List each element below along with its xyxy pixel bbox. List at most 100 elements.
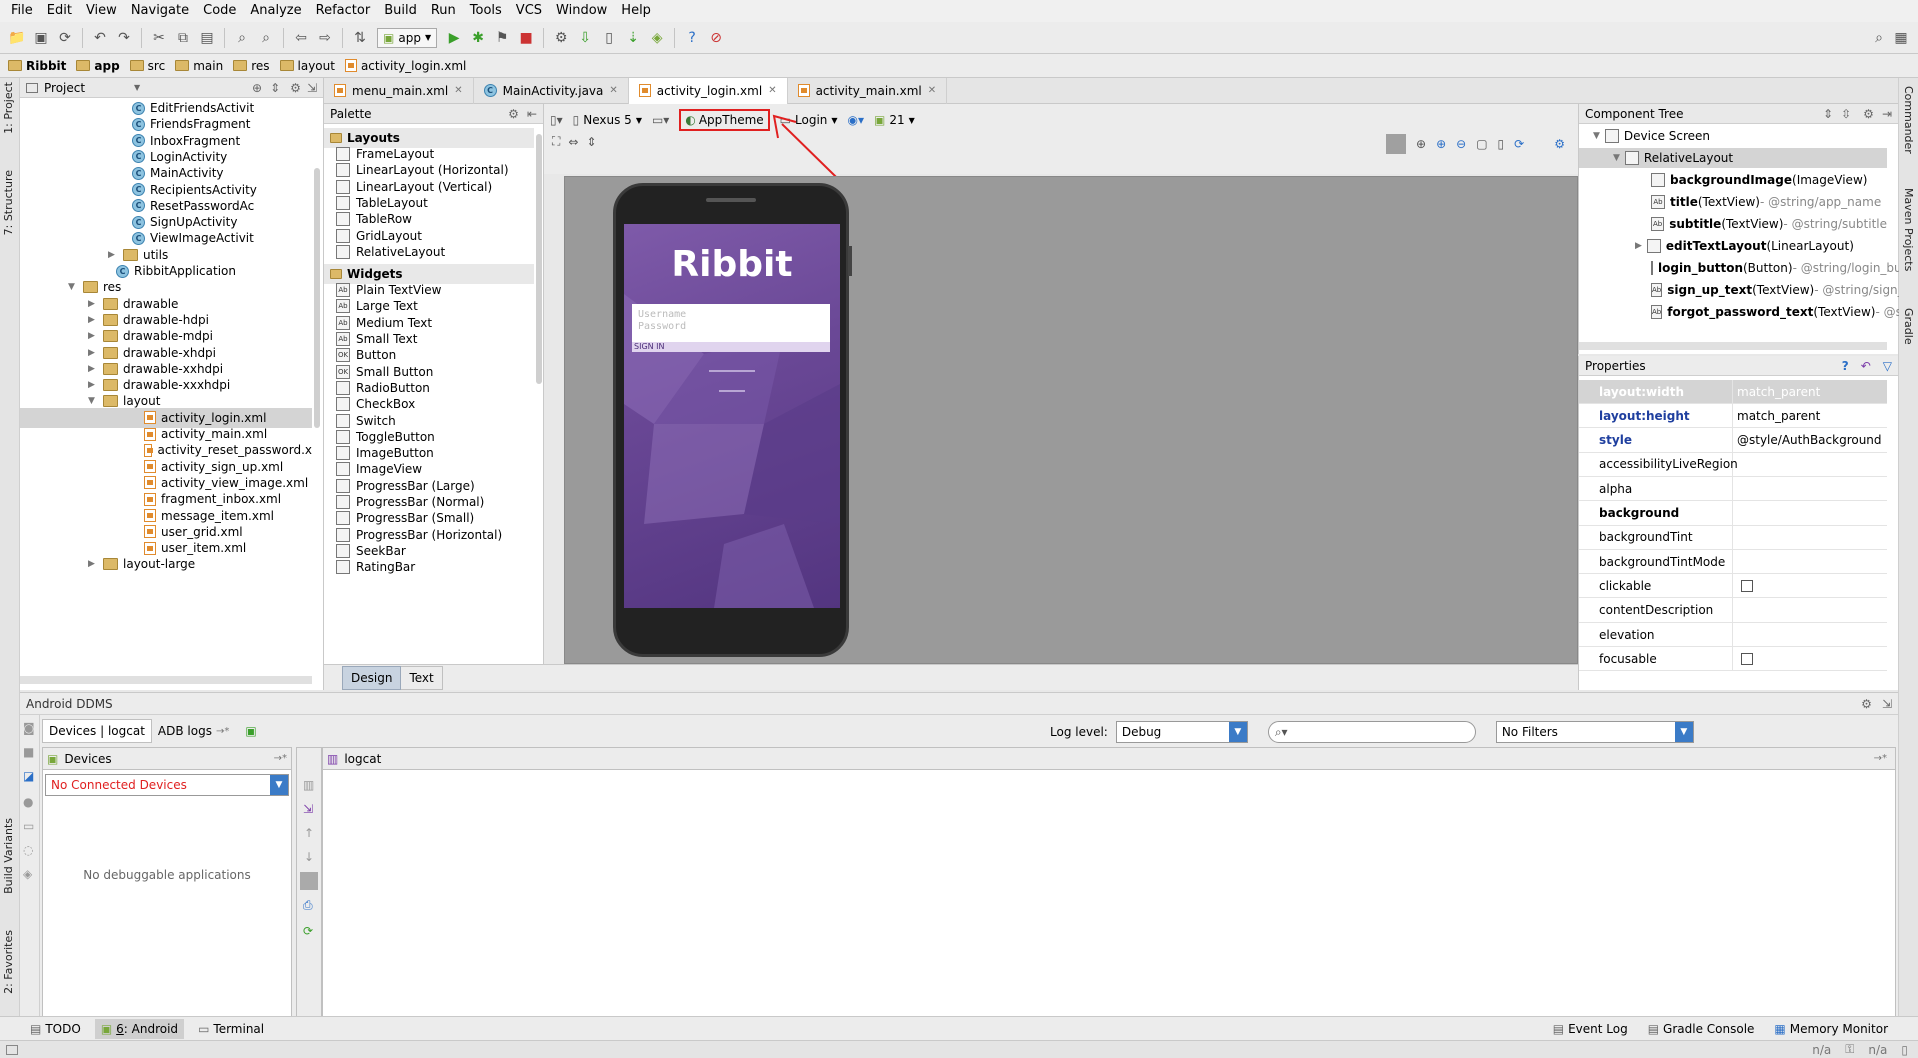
todo-tab[interactable]: ▤ TODO xyxy=(24,1019,87,1039)
layout-mode-icon[interactable] xyxy=(1386,134,1406,154)
component-tree-item[interactable]: ▼ Device Screen xyxy=(1579,126,1887,146)
property-value[interactable]: match_parent xyxy=(1733,409,1820,423)
menu-edit[interactable]: Edit xyxy=(40,0,79,22)
component-tree-item[interactable]: Ab title (TextView) - @string/app_name xyxy=(1579,192,1887,212)
no-connection-icon[interactable]: ⊘ xyxy=(705,27,727,49)
checkbox[interactable] xyxy=(1741,579,1753,592)
expand-down-icon[interactable]: ▼ xyxy=(68,282,78,292)
sync-icon[interactable]: ⟳ xyxy=(54,27,76,49)
orientation-icon[interactable]: ▭▾ xyxy=(652,113,669,127)
project-scrollbar[interactable] xyxy=(314,168,320,428)
refresh-icon[interactable]: ⟳ xyxy=(1514,137,1524,151)
hide-icon[interactable]: ⇥ xyxy=(1882,107,1892,121)
zoom-fit-icon[interactable]: ⛶ xyxy=(552,134,560,149)
config-file-icon[interactable]: ▯▾ xyxy=(550,113,563,127)
palette-item[interactable]: RatingBar xyxy=(336,557,415,577)
breadcrumb-item[interactable]: app xyxy=(76,59,129,73)
property-value[interactable]: @style/AuthBackground xyxy=(1733,433,1882,447)
expand-right-icon[interactable]: ▶ xyxy=(88,315,98,325)
theme-select[interactable]: ◐ AppTheme xyxy=(679,109,770,131)
gradle-tool-tab[interactable]: Gradle xyxy=(1902,308,1915,345)
android-tab[interactable]: ▣ 6: Android xyxy=(94,1018,185,1039)
device-screen[interactable]: Ribbit Username Password SIGN IN xyxy=(624,224,840,608)
gradle-sync-icon[interactable]: ⇩ xyxy=(574,27,596,49)
close-icon[interactable]: ✕ xyxy=(609,85,617,96)
device-select[interactable]: No Connected Devices ▼ xyxy=(45,774,289,796)
layout-icon[interactable]: ▦ xyxy=(1890,27,1912,49)
terminate-icon[interactable]: ● xyxy=(23,795,33,809)
tab-adb-logs[interactable]: ADB logs →* xyxy=(152,720,235,742)
expand-right-icon[interactable]: ▶ xyxy=(88,380,98,390)
log-level-select[interactable]: Debug ▼ xyxy=(1115,721,1248,743)
structure-tool-tab[interactable]: 7: Structure xyxy=(2,170,15,235)
tree-item[interactable]: ▶ layout-large xyxy=(20,554,312,574)
up-icon[interactable]: ↑ xyxy=(304,826,314,840)
expand-right-icon[interactable]: ▶ xyxy=(88,348,98,358)
property-row[interactable]: backgroundTint xyxy=(1579,525,1887,550)
expand-down-icon[interactable]: ▼ xyxy=(1593,131,1600,141)
resize-height-icon[interactable]: ⇕ xyxy=(586,135,596,149)
component-tree-item[interactable]: login_button (Button) - @string/login_bu… xyxy=(1579,258,1899,278)
menu-build[interactable]: Build xyxy=(377,0,424,22)
project-view-select[interactable]: Project xyxy=(44,81,134,95)
checkbox[interactable] xyxy=(1741,652,1753,665)
project-tool-tab[interactable]: 1: Project xyxy=(2,82,15,134)
menu-analyze[interactable]: Analyze xyxy=(243,0,308,22)
clear-logcat-icon[interactable]: ▥ xyxy=(303,778,314,792)
breadcrumb-item[interactable]: src xyxy=(129,59,176,73)
restart-icon[interactable]: ⟳ xyxy=(303,924,313,938)
api-select[interactable]: ▣ 21 ▼ xyxy=(874,113,915,127)
menu-run[interactable]: Run xyxy=(424,0,463,22)
help-icon[interactable]: ? xyxy=(681,27,703,49)
pin-icon[interactable]: →* xyxy=(274,753,287,764)
breadcrumb-item[interactable]: main xyxy=(175,59,233,73)
zoom-actual-icon[interactable]: ⊕ xyxy=(1416,137,1426,151)
screen-record-icon[interactable]: ◪ xyxy=(23,769,34,783)
menu-file[interactable]: File xyxy=(4,0,40,22)
component-tree-item[interactable]: Ab subtitle (TextView) - @string/subtitle xyxy=(1579,214,1887,234)
debug-icon[interactable]: ✱ xyxy=(467,27,489,49)
menu-window[interactable]: Window xyxy=(549,0,614,22)
breadcrumb-item[interactable]: layout xyxy=(279,59,345,73)
filter-select[interactable]: No Filters ▼ xyxy=(1495,721,1694,743)
search-everywhere-icon[interactable]: ⌕ xyxy=(1868,27,1890,49)
expand-right-icon[interactable]: ▶ xyxy=(1635,241,1642,251)
build-variants-tool-tab[interactable]: Build Variants xyxy=(2,818,15,894)
project-hscrollbar[interactable] xyxy=(20,676,312,684)
soft-wrap-icon[interactable] xyxy=(300,872,318,890)
hide-icon[interactable]: ⇲ xyxy=(307,81,317,95)
redo-icon[interactable]: ↷ xyxy=(113,27,135,49)
help-icon[interactable]: ? xyxy=(1842,359,1849,373)
breadcrumb-item[interactable]: res xyxy=(233,59,279,73)
property-value[interactable]: match_parent xyxy=(1733,385,1820,399)
expand-down-icon[interactable]: ▼ xyxy=(1613,153,1620,163)
back-icon[interactable]: ⇦ xyxy=(290,27,312,49)
maven-tool-tab[interactable]: Maven Projects xyxy=(1902,188,1915,271)
property-row[interactable]: style @style/AuthBackground xyxy=(1579,428,1887,453)
collapse-all-icon[interactable]: ⇕ xyxy=(270,81,280,95)
print-icon[interactable]: ⎙ xyxy=(303,898,313,913)
settings-gear-icon[interactable]: ⚙ xyxy=(508,107,519,121)
reset-icon[interactable]: ↶ xyxy=(1861,359,1871,373)
close-icon[interactable]: ✕ xyxy=(928,85,936,96)
scroll-from-source-icon[interactable]: ⊕ xyxy=(252,81,262,95)
username-field[interactable]: Username xyxy=(632,304,830,320)
property-row[interactable]: layout:height match_parent xyxy=(1579,403,1887,429)
tab-design[interactable]: Design xyxy=(342,665,402,690)
read-only-icon[interactable]: ⚿ xyxy=(1845,1042,1854,1057)
paste-icon[interactable]: ▤ xyxy=(196,27,218,49)
expand-all-icon[interactable]: ⇕ xyxy=(1823,107,1833,121)
tab-devices-logcat[interactable]: Devices | logcat xyxy=(42,719,152,743)
menu-view[interactable]: View xyxy=(79,0,124,22)
scroll-end-icon[interactable]: ⇲ xyxy=(303,802,313,816)
gc-icon[interactable]: ◌ xyxy=(23,843,33,857)
replace-icon[interactable]: ⌕ xyxy=(255,27,277,49)
device-select[interactable]: ▯ Nexus 5 ▼ xyxy=(573,113,642,127)
make-project-icon[interactable]: ⇅ xyxy=(349,27,371,49)
property-row[interactable]: clickable xyxy=(1579,573,1887,599)
component-tree-item[interactable]: ▼ RelativeLayout xyxy=(1579,148,1887,168)
property-row[interactable]: background xyxy=(1579,501,1887,526)
resize-width-icon[interactable]: ⇔ xyxy=(568,135,578,149)
breadcrumb-item[interactable]: Ribbit xyxy=(8,59,76,73)
chevron-down-icon[interactable]: ▼ xyxy=(134,83,140,92)
